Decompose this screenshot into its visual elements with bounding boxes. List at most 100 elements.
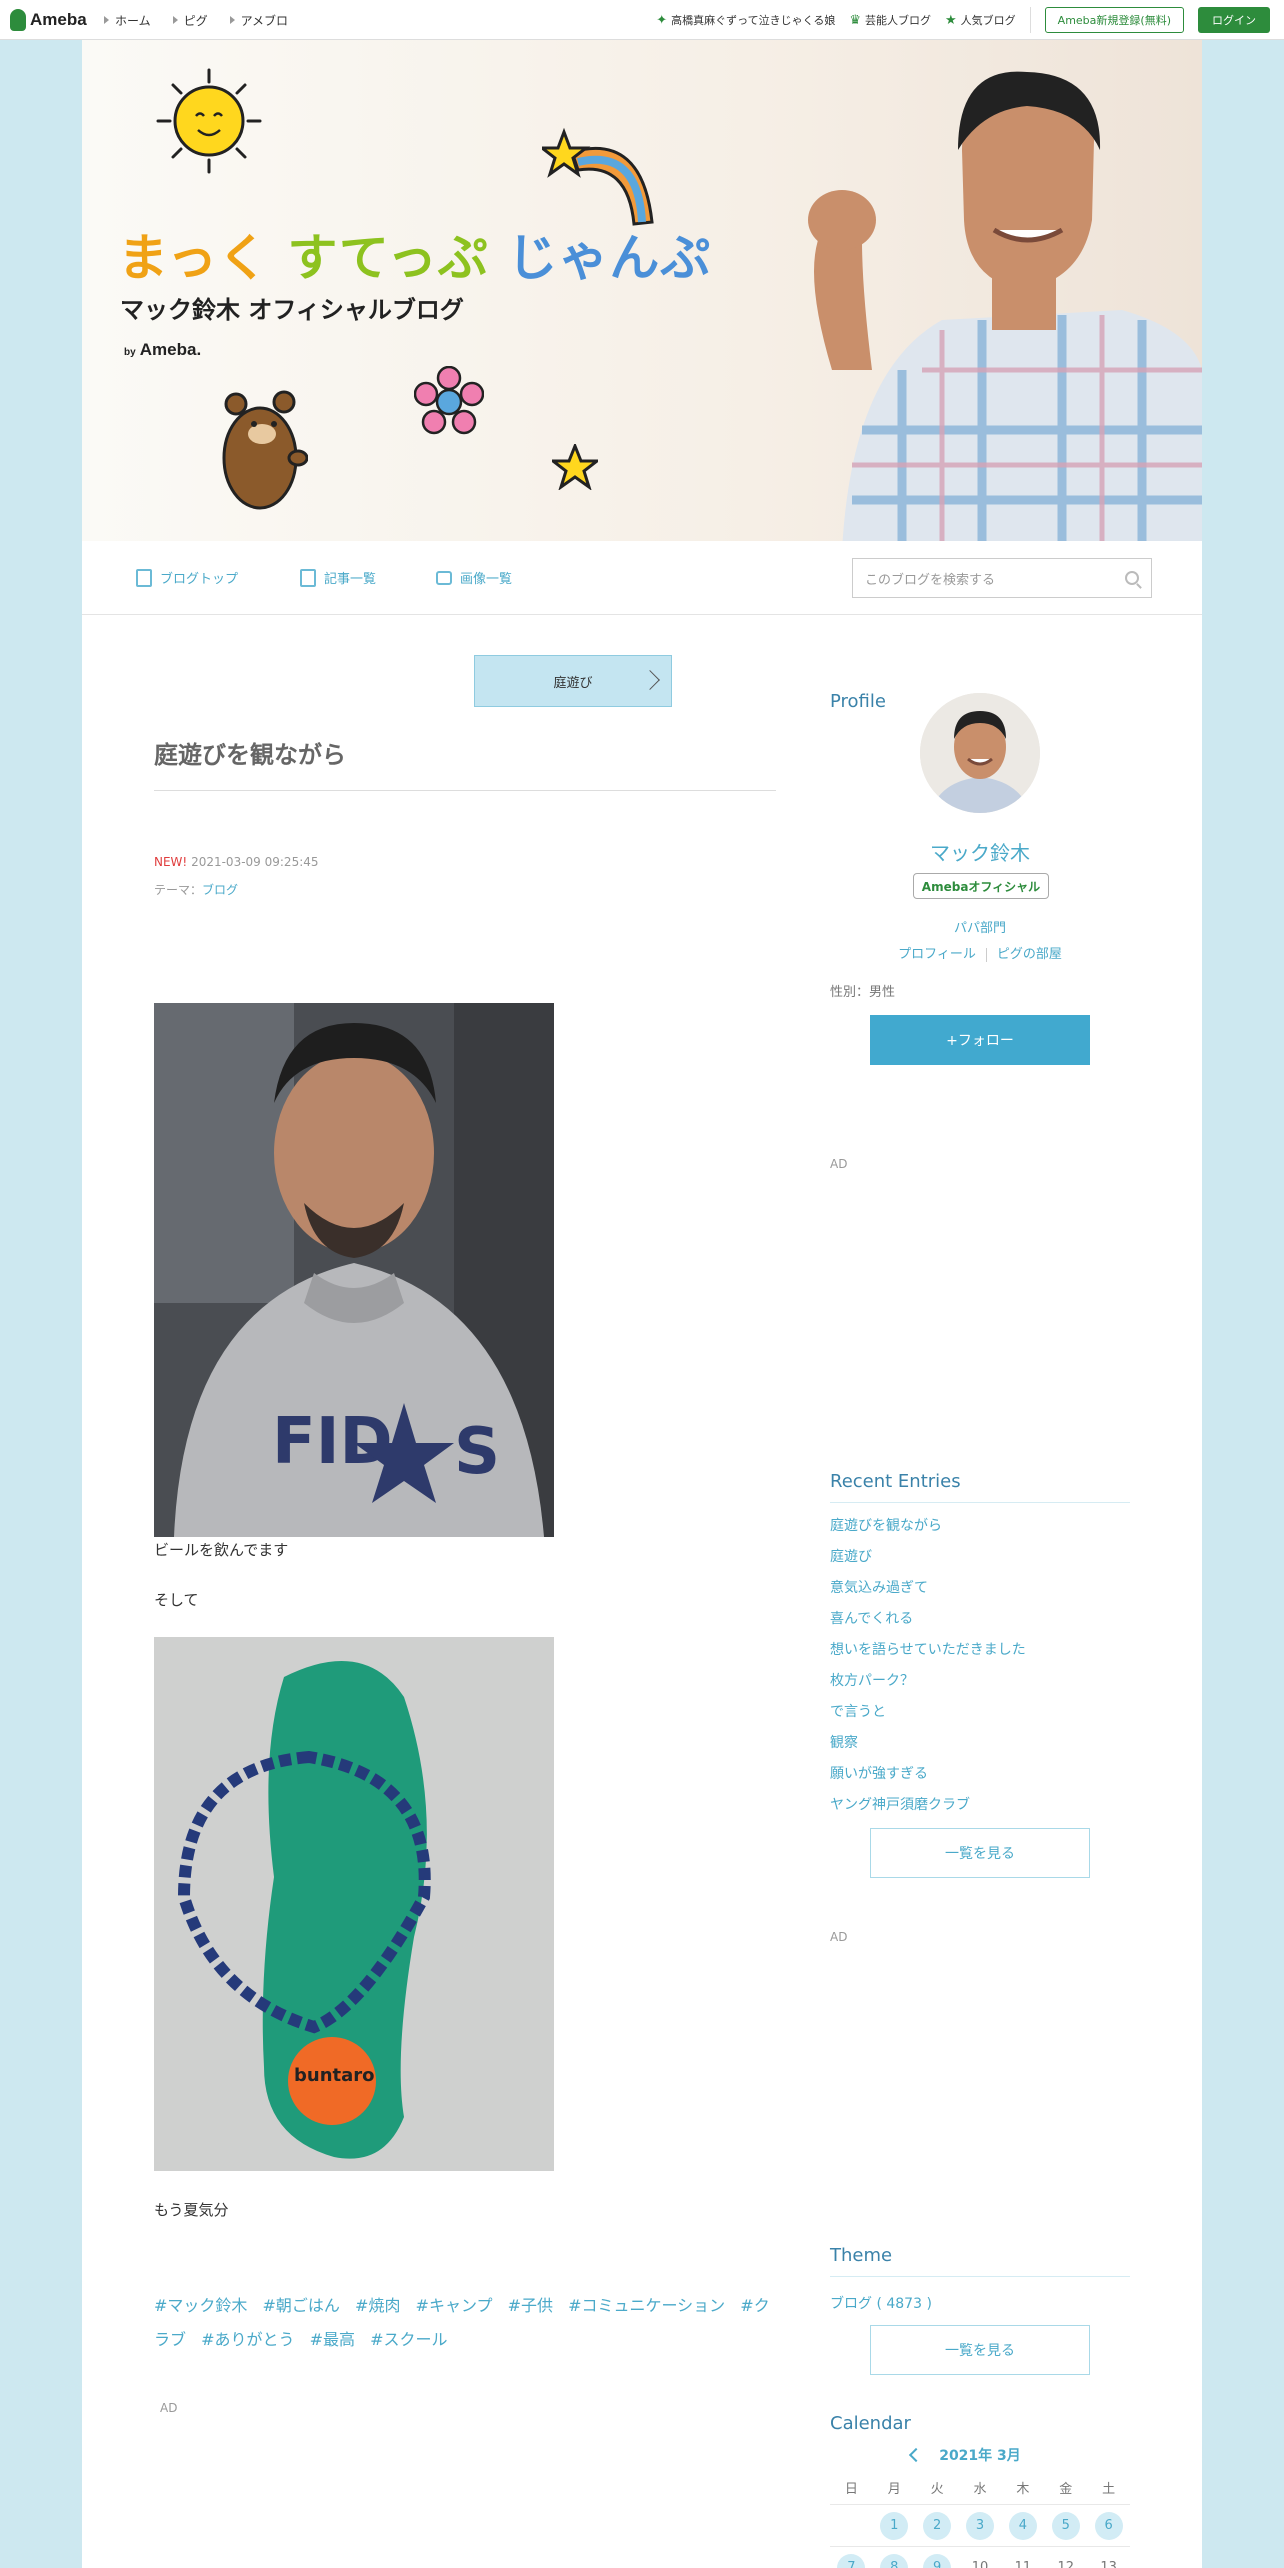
- calendar-day[interactable]: 8: [873, 2547, 916, 2568]
- calendar-day-link[interactable]: 9: [923, 2553, 952, 2568]
- theme-tag-label: 庭遊び: [553, 675, 593, 691]
- profile-link[interactable]: プロフィール: [898, 947, 976, 962]
- recent-entry-link[interactable]: 想いを語らせていただきました: [830, 1639, 1130, 1670]
- calendar-day[interactable]: 1: [873, 2505, 916, 2546]
- comet-star-illustration: [542, 127, 654, 226]
- image-list-link[interactable]: 画像一覧: [436, 568, 512, 587]
- calendar-week-row: 7 8 9 10 11 12 13: [830, 2547, 1130, 2568]
- by-label: by: [124, 347, 136, 358]
- hashtag[interactable]: #焼肉: [355, 2296, 400, 2315]
- calendar-day-link[interactable]: 6: [1094, 2511, 1123, 2540]
- divider: [985, 947, 987, 962]
- blog-header-banner[interactable]: まっく すてっぷ じゃんぷ マック鈴木 オフィシャルブログ by Ameba.: [82, 40, 1202, 541]
- new-badge: NEW!: [154, 855, 188, 869]
- calendar-day[interactable]: 3: [959, 2505, 1002, 2546]
- hashtag[interactable]: #最高: [310, 2330, 355, 2349]
- search-placeholder: このブログを検索する: [865, 572, 996, 588]
- flower-illustration: [414, 366, 484, 435]
- recent-entry-link[interactable]: 庭遊びを観ながら: [830, 1515, 1130, 1546]
- calendar-day-link[interactable]: 1: [880, 2511, 909, 2540]
- calendar-day: 10: [959, 2547, 1002, 2568]
- blog-top-link[interactable]: ブログトップ: [136, 568, 238, 587]
- profile-name[interactable]: マック鈴木: [830, 837, 1130, 866]
- title-part-2: すてっぷ: [287, 229, 489, 287]
- hashtag[interactable]: #コミュニケーション: [568, 2296, 725, 2315]
- chevron-left-icon[interactable]: [909, 2447, 924, 2463]
- recent-entry-link[interactable]: ヤング神戸須磨クラブ: [830, 1794, 1130, 1825]
- recent-entry-link[interactable]: 観察: [830, 1732, 1130, 1763]
- entry-title[interactable]: 庭遊びを観ながら: [154, 735, 776, 791]
- entry-theme: テーマ：ブログ: [154, 881, 238, 898]
- weekday-label: 水: [973, 2482, 987, 2497]
- ameba-frog-icon: [10, 9, 26, 31]
- recent-entry-link[interactable]: で言うと: [830, 1701, 1130, 1732]
- celebrity-blog-link[interactable]: ♛ 芸能人ブログ: [849, 12, 931, 28]
- bear-illustration: [222, 390, 308, 510]
- theme-link[interactable]: ブログ: [202, 883, 238, 897]
- recent-see-all-button[interactable]: 一覧を見る: [870, 1828, 1090, 1878]
- popular-blog-link[interactable]: ★ 人気ブログ: [945, 12, 1016, 28]
- search-icon[interactable]: [1125, 571, 1139, 585]
- svg-text:FID: FID: [272, 1405, 393, 1479]
- register-button[interactable]: Ameba新規登録(無料): [1044, 7, 1184, 33]
- document-icon: [136, 568, 152, 587]
- nav-home[interactable]: ホーム: [104, 12, 151, 29]
- profile-category[interactable]: パパ部門: [830, 917, 1130, 936]
- calendar-day[interactable]: 6: [1087, 2505, 1130, 2546]
- official-badge[interactable]: Amebaオフィシャル: [913, 873, 1049, 899]
- recent-entries-list: 庭遊びを観ながら 庭遊び 意気込み過ぎて 喜んでくれる 想いを語らせていただきま…: [830, 1515, 1130, 1825]
- calendar-day[interactable]: 9: [916, 2547, 959, 2568]
- calendar-day-link[interactable]: 4: [1008, 2511, 1037, 2540]
- ameba-logo[interactable]: Ameba: [10, 8, 87, 32]
- trending-label: 高橋真麻ぐずって泣きじゃくる娘: [671, 14, 836, 27]
- follow-button[interactable]: +フォロー: [870, 1015, 1090, 1065]
- triangle-icon: [104, 16, 109, 24]
- nav-home-label: ホーム: [115, 13, 151, 28]
- recent-entry-link[interactable]: 喜んでくれる: [830, 1608, 1130, 1639]
- recent-entry-link[interactable]: 庭遊び: [830, 1546, 1130, 1577]
- theme-entry-link[interactable]: ブログ ( 4873 ): [830, 2293, 932, 2313]
- by-ameba: by Ameba.: [124, 340, 201, 360]
- nav-pigg[interactable]: ピグ: [172, 12, 208, 29]
- calendar-day-link[interactable]: 7: [837, 2553, 866, 2568]
- calendar-day[interactable]: 5: [1044, 2505, 1087, 2546]
- recent-entry-link[interactable]: 意気込み過ぎて: [830, 1577, 1130, 1608]
- calendar-day-link[interactable]: 8: [880, 2553, 909, 2568]
- calendar-day[interactable]: 2: [916, 2505, 959, 2546]
- calendar-day[interactable]: 4: [1001, 2505, 1044, 2546]
- trending-link[interactable]: ✦ 高橋真麻ぐずって泣きじゃくる娘: [656, 12, 835, 28]
- recent-entry-link[interactable]: 枚方パーク？: [830, 1670, 1130, 1701]
- entry-photo-selfie[interactable]: FID S: [154, 1003, 554, 1537]
- header-right: ✦ 高橋真麻ぐずって泣きじゃくる娘 ♛ 芸能人ブログ ★ 人気ブログ Ameba新規登…: [656, 0, 1270, 40]
- entry-list-link[interactable]: 記事一覧: [300, 568, 376, 587]
- calendar-day-link[interactable]: 2: [923, 2511, 952, 2540]
- profile-avatar[interactable]: [920, 693, 1040, 813]
- camera-icon: [436, 570, 452, 585]
- login-button[interactable]: ログイン: [1198, 7, 1270, 33]
- theme-see-all-button[interactable]: 一覧を見る: [870, 2325, 1090, 2375]
- hashtag[interactable]: #マック鈴木: [154, 2296, 247, 2315]
- calendar-day-link[interactable]: 3: [966, 2511, 994, 2540]
- hashtag[interactable]: #スクール: [370, 2330, 447, 2349]
- hashtag[interactable]: #朝ごはん: [263, 2296, 340, 2315]
- recent-entries-heading: Recent Entries: [830, 1471, 1130, 1503]
- calendar-day-link[interactable]: 5: [1051, 2511, 1080, 2540]
- nav-ameblo[interactable]: アメブロ: [229, 12, 288, 29]
- entry-paragraph-2: そして: [154, 1591, 199, 1609]
- ad-label: AD: [160, 2401, 178, 2415]
- weekday-label: 金: [1059, 2482, 1073, 2497]
- recent-entry-link[interactable]: 願いが強すぎる: [830, 1763, 1130, 1794]
- weekday-label: 土: [1102, 2482, 1116, 2497]
- entry-photo-sandal[interactable]: buntaro: [154, 1637, 554, 2171]
- blog-search-input[interactable]: このブログを検索する: [852, 558, 1152, 598]
- calendar-day: 12: [1044, 2547, 1087, 2568]
- calendar-day-text: 12: [1057, 2560, 1074, 2568]
- blog-nav: ブログトップ 記事一覧 画像一覧 このブログを検索する: [82, 541, 1202, 615]
- theme-prefix: テーマ：: [154, 883, 203, 897]
- hashtag[interactable]: #ありがとう: [201, 2330, 294, 2349]
- pigg-room-link[interactable]: ピグの部屋: [997, 947, 1062, 962]
- hashtag[interactable]: #子供: [508, 2296, 553, 2315]
- theme-tag-button[interactable]: 庭遊び: [474, 655, 672, 707]
- hashtag[interactable]: #キャンプ: [416, 2296, 493, 2315]
- calendar-day[interactable]: 7: [830, 2547, 873, 2568]
